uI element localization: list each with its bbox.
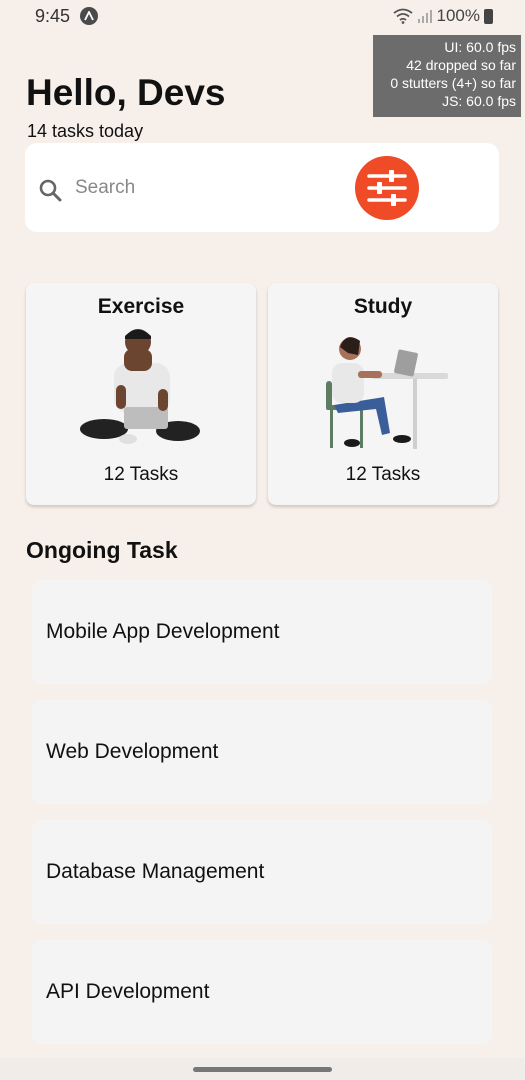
task-item-web-development[interactable]: Web Development — [32, 700, 492, 804]
wifi-icon — [392, 8, 413, 24]
category-card-exercise[interactable]: Exercise 12 Tasks — [26, 283, 256, 505]
home-indicator[interactable] — [193, 1067, 332, 1072]
exercise-illustration — [80, 329, 200, 444]
ongoing-task-heading: Ongoing Task — [26, 537, 178, 563]
filter-button[interactable] — [355, 156, 419, 220]
perf-stutters: 0 stutters (4+) so far — [390, 75, 516, 91]
tasks-today-subtitle: 14 tasks today — [27, 121, 144, 141]
search-icon — [39, 179, 62, 202]
battery-icon — [484, 8, 493, 24]
task-label: Web Development — [46, 740, 219, 763]
category-card-study[interactable]: Study 12 Tasks — [268, 283, 498, 505]
task-label: Mobile App Development — [46, 620, 280, 643]
task-item-mobile-app-development[interactable]: Mobile App Development — [32, 580, 492, 684]
search-input[interactable] — [75, 173, 335, 203]
study-illustration — [326, 337, 448, 449]
greeting-title: Hello, Devs — [26, 72, 226, 113]
sliders-icon — [367, 170, 407, 206]
search-card — [25, 143, 499, 232]
category-title: Study — [353, 295, 413, 318]
app-notification-icon — [80, 7, 98, 25]
signal-icon — [417, 10, 432, 23]
perf-ui-fps: UI: 60.0 fps — [444, 39, 516, 55]
category-task-count: 12 Tasks — [345, 464, 421, 485]
task-label: Database Management — [46, 860, 265, 883]
battery-percent: 100% — [436, 6, 480, 25]
task-label: API Development — [46, 980, 210, 1003]
category-title: Exercise — [97, 295, 185, 318]
task-item-database-management[interactable]: Database Management — [32, 820, 492, 924]
perf-js-fps: JS: 60.0 fps — [442, 93, 516, 109]
category-task-count: 12 Tasks — [103, 464, 179, 485]
status-bar: 9:45 100% — [0, 0, 525, 32]
perf-dropped: 42 dropped so far — [406, 57, 516, 73]
task-item-api-development[interactable]: API Development — [32, 940, 492, 1044]
status-right-group: 100% — [392, 6, 493, 26]
perf-monitor-overlay: UI: 60.0 fps 42 dropped so far 0 stutter… — [373, 35, 521, 117]
status-time: 9:45 — [35, 6, 71, 26]
